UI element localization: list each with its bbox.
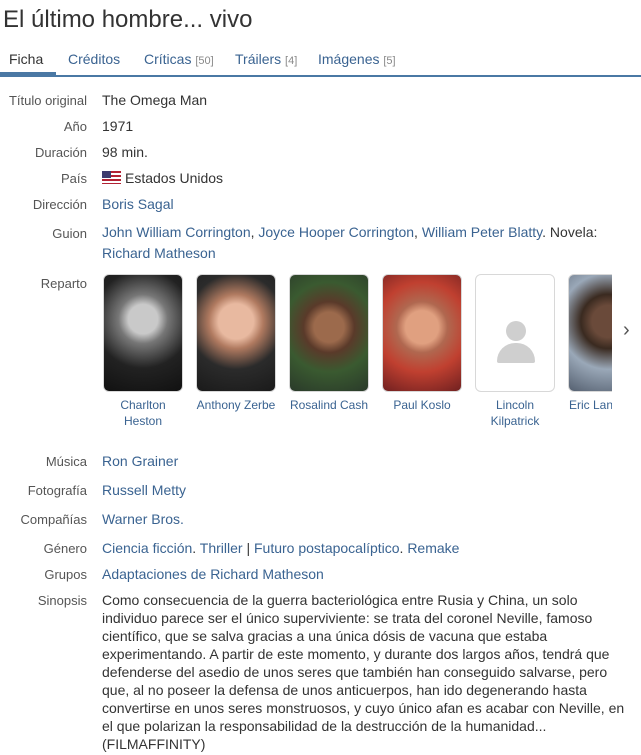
label-original-title: Título original	[8, 93, 87, 108]
novel-prefix: . Novela:	[542, 224, 598, 240]
cast-member[interactable]: Eric Lan	[568, 274, 612, 413]
tab-criticas[interactable]: Críticas [50]	[144, 51, 214, 67]
person-placeholder-icon	[475, 274, 555, 392]
companies-value: Warner Bros.	[102, 511, 184, 527]
tab-label: Créditos	[68, 51, 121, 67]
label-synopsis: Sinopsis	[37, 593, 87, 608]
tab-count: [4]	[285, 55, 298, 67]
label-photography: Fotografía	[27, 483, 87, 498]
label-screenplay: Guion	[52, 226, 87, 241]
chevron-right-icon[interactable]: ›	[623, 320, 630, 340]
cast-name: Paul Koslo	[393, 398, 451, 412]
label-director: Dirección	[32, 197, 87, 212]
cast-member[interactable]: Rosalind Cash	[289, 274, 371, 413]
duration-value: 98 min.	[102, 144, 148, 160]
genre-link[interactable]: Ciencia ficción	[102, 540, 192, 556]
cast-photo	[103, 274, 183, 392]
cast-photo	[568, 274, 612, 392]
photography-value: Russell Metty	[102, 482, 186, 498]
label-country: País	[60, 171, 87, 186]
page-title: El último hombre... vivo	[3, 6, 253, 33]
country-name: Estados Unidos	[125, 170, 224, 186]
tab-imagenes[interactable]: Imágenes [5]	[318, 51, 396, 67]
tab-ficha[interactable]: Ficha	[9, 51, 43, 67]
cast-member[interactable]: Paul Koslo	[382, 274, 464, 413]
company-link[interactable]: Warner Bros.	[102, 511, 184, 527]
group-link[interactable]: Adaptaciones de Richard Matheson	[102, 566, 324, 582]
cast-photo	[289, 274, 369, 392]
genre-link[interactable]: Remake	[407, 540, 459, 556]
tab-label: Críticas	[144, 51, 192, 67]
director-value: Boris Sagal	[102, 196, 174, 212]
cast-photo	[196, 274, 276, 392]
tab-count: [50]	[195, 55, 214, 67]
label-groups: Grupos	[44, 567, 87, 582]
cast-name: Eric Lan	[569, 398, 612, 412]
label-duration: Duración	[34, 145, 87, 160]
us-flag-icon	[102, 171, 121, 184]
novelist-link[interactable]: Richard Matheson	[102, 245, 216, 261]
tab-label: Imágenes	[318, 51, 380, 67]
cast-name: Lincoln Kilpatrick	[490, 398, 540, 428]
synopsis-text: Como consecuencia de la guerra bacteriol…	[102, 592, 625, 752]
tab-creditos[interactable]: Créditos	[68, 51, 120, 67]
label-music: Música	[45, 454, 87, 469]
tab-bar: Ficha Créditos Críticas [50] Tráilers [4…	[0, 44, 641, 77]
label-genre: Género	[43, 541, 87, 556]
label-companies: Compañías	[20, 512, 87, 527]
composer-link[interactable]: Ron Grainer	[102, 453, 178, 469]
cast-name: Rosalind Cash	[289, 398, 369, 412]
tab-label: Tráilers	[235, 51, 282, 67]
writer-link[interactable]: William Peter Blatty	[422, 224, 542, 240]
cast-name: Charlton Heston	[120, 398, 166, 428]
music-value: Ron Grainer	[102, 453, 178, 469]
groups-value: Adaptaciones de Richard Matheson	[102, 566, 324, 582]
director-link[interactable]: Boris Sagal	[102, 196, 174, 212]
original-title-value: The Omega Man	[102, 92, 208, 108]
writer-link[interactable]: Joyce Hooper Corrington	[258, 224, 414, 240]
year-value: 1971	[102, 118, 134, 134]
country-value: Estados Unidos	[102, 170, 223, 186]
cast-member[interactable]: Charlton Heston	[103, 274, 185, 429]
tab-trailers[interactable]: Tráilers [4]	[235, 51, 297, 67]
label-cast: Reparto	[40, 276, 87, 291]
cinematographer-link[interactable]: Russell Metty	[102, 482, 186, 498]
tab-count: [5]	[383, 55, 396, 67]
label-year: Año	[63, 119, 87, 134]
writer-link[interactable]: John William Corrington	[102, 224, 251, 240]
active-tab-indicator	[0, 72, 56, 76]
screenplay-value: John William Corrington, Joyce Hooper Co…	[102, 224, 598, 261]
genre-separator: |	[246, 540, 251, 556]
genre-link[interactable]: Futuro postapocalíptico	[254, 540, 400, 556]
genre-value: Ciencia ficción. Thriller | Futuro posta…	[102, 540, 460, 556]
cast-member[interactable]: Anthony Zerbe	[196, 274, 278, 413]
cast-name: Anthony Zerbe	[196, 398, 276, 412]
cast-member[interactable]: Lincoln Kilpatrick	[475, 274, 557, 429]
genre-link[interactable]: Thriller	[200, 540, 243, 556]
cast-photo	[382, 274, 462, 392]
tab-label: Ficha	[9, 51, 44, 67]
